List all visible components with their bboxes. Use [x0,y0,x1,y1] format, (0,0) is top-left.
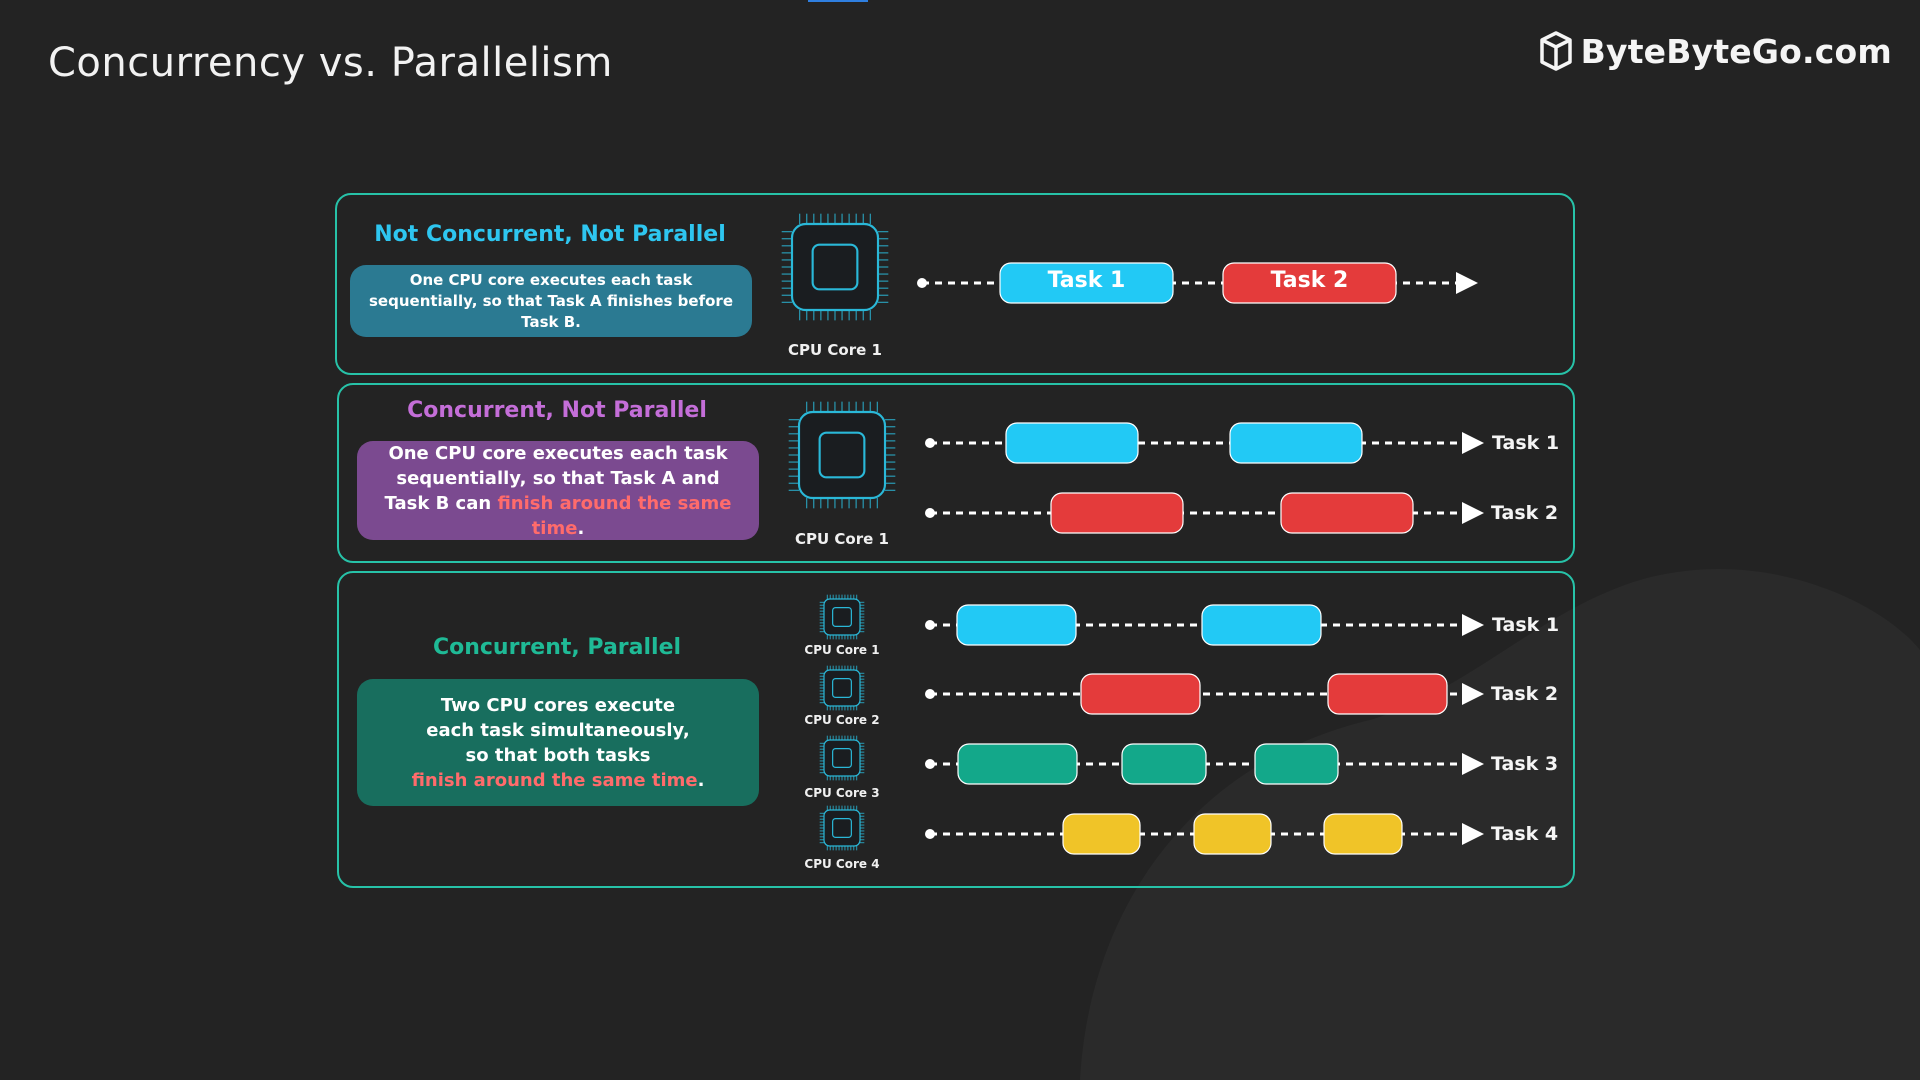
panel-3-task-1-label: Task 1 [1492,614,1560,636]
panel-3-task-2-timeline-block-1 [1080,673,1201,715]
panel-2-task-1-timeline-start-dot [925,438,935,448]
panel-2-task-2-timeline-start-dot [925,508,935,518]
panel-3-task-3-timeline-block-3 [1254,743,1339,785]
panel-2-task-1-timeline-block-2 [1229,422,1363,464]
panel-1-timeline-start-dot [917,278,927,288]
cpu-core-chip-icon [819,805,865,851]
timeline-diagram [781,213,1484,855]
panel-3-task-1-timeline-block-2 [1201,604,1322,646]
panel-3-task-1-timeline-block-1 [956,604,1077,646]
panel-3-task-1-timeline-arrowhead [1462,614,1484,636]
panel-3-task-2-timeline-block-2 [1327,673,1448,715]
panel-3-task-4-timeline-block-2 [1193,813,1272,855]
panel-2-task-2-timeline-block-1 [1050,492,1184,534]
panel-3-task-2-timeline-start-dot [925,689,935,699]
panel-3-task-3-timeline-block-2 [1121,743,1207,785]
panel-3-task-2-label: Task 2 [1491,683,1559,705]
panel-1-task-1-block-label: Task 1 [1047,268,1126,293]
cpu-core-chip-icon [788,401,896,509]
cpu-core-chip-icon [819,594,865,640]
panel-2-task-1-label: Task 1 [1492,432,1560,454]
cpu-core-chip-icon [781,213,889,321]
panel-3-task-4-label: Task 4 [1491,823,1559,845]
panel-3-task-3-timeline-block-1 [957,743,1078,785]
panel-1-timeline-arrowhead [1456,272,1478,294]
panel-1-task-2-block-label: Task 2 [1270,268,1349,293]
panel-3-task-4-timeline-block-1 [1062,813,1141,855]
panel-3-task-1-timeline-start-dot [925,620,935,630]
cpu-core-chip-icon [819,665,865,711]
panel-2-task-2-label: Task 2 [1491,502,1559,524]
cpu-core-chip-icon [819,735,865,781]
panel-3-task-3-label: Task 3 [1491,753,1559,775]
panel-3-task-3-timeline-arrowhead [1462,753,1484,775]
panel-3-task-3-timeline-start-dot [925,759,935,769]
panel-2-task-1-timeline-block-1 [1005,422,1139,464]
panel-3-task-4-timeline-start-dot [925,829,935,839]
panel-3-task-4-timeline-block-3 [1323,813,1403,855]
panel-3-task-2-timeline-arrowhead [1462,683,1484,705]
panel-2-task-2-timeline-block-2 [1280,492,1414,534]
panel-2-task-1-timeline-arrowhead [1462,432,1484,454]
panel-2-task-2-timeline-arrowhead [1462,502,1484,524]
panel-3-task-4-timeline-arrowhead [1462,823,1484,845]
